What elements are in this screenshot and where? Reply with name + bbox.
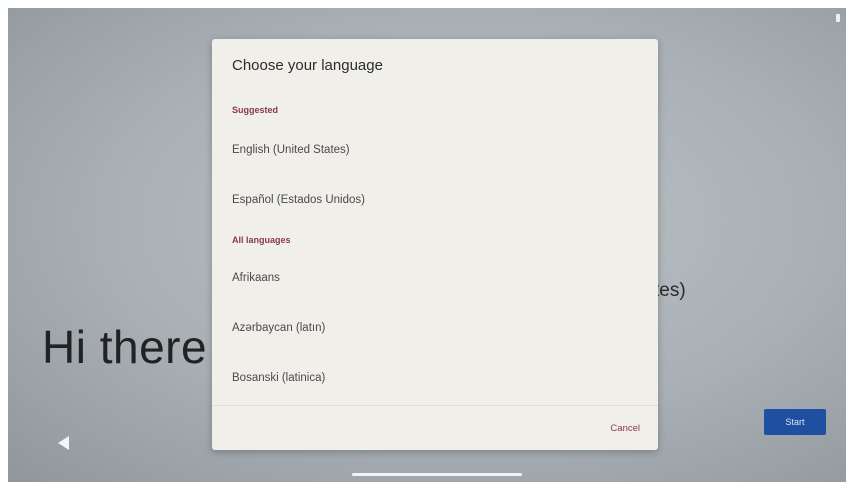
language-item-afrikaans[interactable]: Afrikaans — [232, 272, 280, 284]
battery-icon — [836, 14, 840, 22]
cancel-button[interactable]: Cancel — [610, 423, 640, 434]
language-dialog: Choose your language Suggested English (… — [212, 39, 658, 450]
dialog-title: Choose your language — [232, 57, 383, 74]
language-item-espanol-us[interactable]: Español (Estados Unidos) — [232, 194, 365, 206]
start-button[interactable]: Start — [764, 409, 826, 435]
dialog-divider — [212, 405, 658, 406]
section-label-suggested: Suggested — [232, 105, 279, 115]
language-item-bosnian[interactable]: Bosanski (latinica) — [232, 372, 325, 384]
section-label-all-languages: All languages — [232, 235, 291, 245]
device-screen: Hi there tes) Start Choose your language… — [8, 8, 846, 482]
current-language-button[interactable]: tes) — [654, 280, 686, 302]
language-item-azerbaijani[interactable]: Azərbaycan (latın) — [232, 322, 325, 334]
welcome-greeting: Hi there — [42, 321, 208, 373]
back-icon[interactable] — [58, 436, 70, 450]
home-indicator[interactable] — [352, 473, 522, 476]
language-item-english-us[interactable]: English (United States) — [232, 144, 350, 156]
